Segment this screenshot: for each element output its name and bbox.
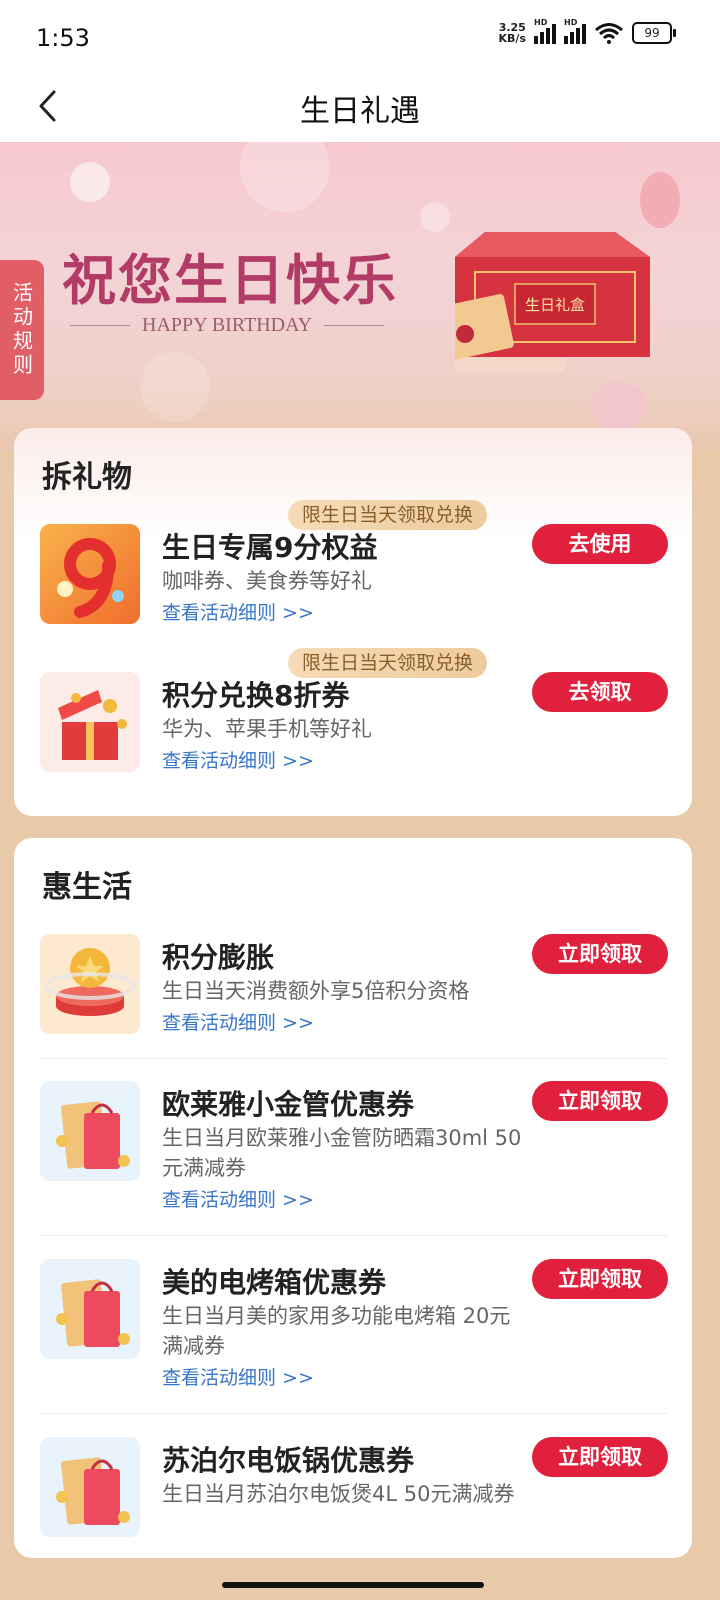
item-description: 生日当天消费额外享5倍积分资格 — [162, 979, 470, 1003]
list-item: 美的电烤箱优惠券 生日当月美的家用多功能电烤箱 20元满减券 查看活动细则 >>… — [40, 1259, 668, 1399]
birthday-banner: 祝您生日快乐 HAPPY BIRTHDAY 生日礼盒 — [0, 142, 720, 452]
svg-text:生日礼盒: 生日礼盒 — [525, 296, 585, 314]
item-details-link[interactable]: 查看活动细则 >> — [162, 1008, 314, 1035]
item-thumbnail — [40, 934, 140, 1034]
item-details-link[interactable]: 查看活动细则 >> — [162, 746, 314, 773]
list-item: 苏泊尔电饭锅优惠券 生日当月苏泊尔电饭煲4L 50元满减券 立即领取 — [40, 1437, 668, 1547]
status-icons: 3.25 KB/s HD HD 99 — [498, 18, 676, 45]
divider — [40, 1413, 668, 1414]
signal-icon: HD — [534, 18, 556, 44]
wifi-icon — [595, 23, 623, 44]
item-details-link[interactable]: 查看活动细则 >> — [162, 598, 314, 625]
item-description: 生日当月欧莱雅小金管防晒霜30ml 50元满减券 — [162, 1126, 522, 1180]
item-description: 华为、苹果手机等好礼 — [162, 717, 372, 741]
section-title: 拆礼物 — [42, 460, 132, 495]
claim-now-button[interactable]: 立即领取 — [532, 1437, 668, 1477]
divider — [40, 1058, 668, 1059]
gift-box-image: 生日礼盒 — [455, 232, 650, 372]
item-title: 苏泊尔电饭锅优惠券 — [162, 1444, 415, 1477]
item-details-link[interactable]: 查看活动细则 >> — [162, 1185, 314, 1212]
home-indicator[interactable] — [222, 1582, 484, 1588]
claim-now-button[interactable]: 立即领取 — [532, 934, 668, 974]
item-details-link[interactable]: 查看活动细则 >> — [162, 1363, 314, 1390]
item-thumbnail — [40, 1081, 140, 1181]
item-thumbnail — [40, 672, 140, 772]
section-title: 惠生活 — [42, 870, 132, 905]
status-time: 1:53 — [36, 24, 90, 52]
page-title: 生日礼遇 — [300, 94, 420, 129]
battery-icon: 99 — [632, 22, 676, 44]
item-title: 积分兑换8折券 — [162, 679, 350, 712]
claim-now-button[interactable]: 立即领取 — [532, 1081, 668, 1121]
list-item: 限生日当天领取兑换 生日专属9分权益 咖啡券、美食券等好礼 查看活动细则 >> … — [40, 500, 668, 634]
list-item: 限生日当天领取兑换 积分兑换8折券 华为、苹果手机等好礼 查看活动细则 >> 去… — [40, 648, 668, 782]
item-description: 生日当月美的家用多功能电烤箱 20元满减券 — [162, 1304, 511, 1358]
item-description: 生日当月苏泊尔电饭煲4L 50元满减券 — [162, 1482, 515, 1506]
item-description: 咖啡券、美食券等好礼 — [162, 569, 372, 593]
item-thumbnail — [40, 1259, 140, 1359]
signal-icon: HD — [564, 18, 586, 44]
banner-title: 祝您生日快乐 — [62, 249, 398, 312]
use-button[interactable]: 去使用 — [532, 524, 668, 564]
list-item: 欧莱雅小金管优惠券 生日当月欧莱雅小金管防晒霜30ml 50元满减券 查看活动细… — [40, 1081, 668, 1221]
life-section-card: 惠生活 积分膨胀 生日当天消费额外享5倍积分资格 查看活动细则 >> 立即领取 — [14, 838, 692, 1558]
claim-button[interactable]: 去领取 — [532, 672, 668, 712]
item-title: 欧莱雅小金管优惠券 — [162, 1088, 415, 1121]
network-speed: 3.25 KB/s — [498, 21, 526, 45]
item-thumbnail — [40, 1437, 140, 1537]
activity-rules-tab[interactable]: 活动规则 — [0, 260, 44, 400]
divider — [40, 1235, 668, 1236]
item-title: 生日专属9分权益 — [162, 531, 378, 564]
gift-section-card: 拆礼物 限生日当天领取兑换 生日专属9分权益 咖啡券、美食券等好礼 查看活动细则… — [14, 428, 692, 816]
nav-bar: 生日礼遇 — [0, 72, 720, 142]
item-title: 积分膨胀 — [162, 941, 275, 974]
item-title: 美的电烤箱优惠券 — [162, 1266, 387, 1299]
list-item: 积分膨胀 生日当天消费额外享5倍积分资格 查看活动细则 >> 立即领取 — [40, 934, 668, 1044]
banner-subtitle: HAPPY BIRTHDAY — [70, 314, 385, 337]
claim-now-button[interactable]: 立即领取 — [532, 1259, 668, 1299]
item-thumbnail — [40, 524, 140, 624]
status-bar: 1:53 3.25 KB/s HD HD 99 — [0, 0, 720, 72]
